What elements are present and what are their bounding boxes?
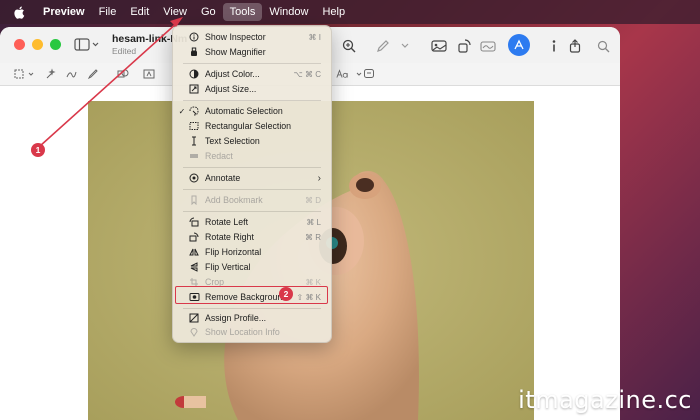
menu-tools[interactable]: Tools bbox=[222, 3, 263, 21]
flip-horizontal-icon bbox=[187, 246, 201, 258]
menu-item-flip-horizontal[interactable]: Flip Horizontal bbox=[177, 245, 327, 259]
font-style-icon[interactable] bbox=[336, 67, 350, 81]
note-icon[interactable] bbox=[362, 67, 376, 81]
color-icon bbox=[187, 68, 201, 80]
rotate-icon[interactable] bbox=[455, 37, 473, 55]
menu-item-rotate-left[interactable]: Rotate Left ⌘ L bbox=[177, 215, 327, 229]
menu-help[interactable]: Help bbox=[315, 3, 352, 21]
menu-separator bbox=[183, 167, 321, 168]
close-window-button[interactable] bbox=[14, 39, 25, 50]
menu-separator bbox=[183, 308, 321, 309]
document-status: Edited bbox=[112, 46, 137, 56]
menu-file[interactable]: File bbox=[92, 3, 124, 21]
text-select-icon bbox=[187, 135, 201, 147]
menu-item-rotate-right[interactable]: Rotate Right ⌘ R bbox=[177, 230, 327, 244]
menu-item-show-location-info: Show Location Info bbox=[177, 325, 327, 339]
markup-toolbar-button[interactable] bbox=[508, 34, 530, 56]
instant-alpha-icon[interactable] bbox=[44, 67, 58, 81]
resize-icon bbox=[187, 83, 201, 95]
apple-menu-icon[interactable] bbox=[12, 5, 26, 19]
auto-select-icon bbox=[187, 105, 201, 117]
menu-item-show-magnifier[interactable]: Show Magnifier bbox=[177, 45, 327, 59]
info-icon[interactable] bbox=[545, 37, 563, 55]
menu-item-adjust-color[interactable]: Adjust Color... ⌥ ⌘ C bbox=[177, 67, 327, 81]
menu-item-redact: Redact bbox=[177, 149, 327, 163]
rotate-left-icon bbox=[187, 216, 201, 228]
sign-icon[interactable] bbox=[479, 37, 497, 55]
markup-icon bbox=[514, 39, 524, 50]
text-box-icon[interactable] bbox=[142, 67, 156, 81]
menu-separator bbox=[183, 100, 321, 101]
draw-icon[interactable] bbox=[86, 67, 100, 81]
sidebar-toggle-button[interactable] bbox=[74, 37, 100, 53]
bookmark-icon bbox=[187, 194, 201, 206]
search-icon[interactable] bbox=[594, 37, 612, 55]
profile-icon bbox=[187, 312, 201, 324]
sidebar-icon bbox=[74, 38, 99, 51]
location-icon bbox=[187, 326, 201, 338]
flip-vertical-icon bbox=[187, 261, 201, 273]
menu-item-text-selection[interactable]: Text Selection bbox=[177, 134, 327, 148]
redact-icon bbox=[187, 150, 201, 162]
minimize-window-button[interactable] bbox=[32, 39, 43, 50]
menu-view[interactable]: View bbox=[156, 3, 194, 21]
chevron-right-icon: › bbox=[317, 172, 321, 184]
menu-separator bbox=[183, 63, 321, 64]
menu-separator bbox=[183, 211, 321, 212]
watermark-text: itmagazine.cc bbox=[518, 386, 692, 414]
step-badge-2: 2 bbox=[279, 287, 293, 301]
menu-item-rectangular-selection[interactable]: Rectangular Selection bbox=[177, 119, 327, 133]
window-controls bbox=[14, 39, 61, 50]
menu-window[interactable]: Window bbox=[262, 3, 315, 21]
remove-background-highlight bbox=[175, 286, 328, 304]
rect-select-icon bbox=[187, 120, 201, 132]
zoom-window-button[interactable] bbox=[50, 39, 61, 50]
menu-item-annotate[interactable]: Annotate › bbox=[177, 171, 327, 185]
menu-item-assign-profile[interactable]: Assign Profile... bbox=[177, 311, 327, 325]
zoom-in-icon[interactable] bbox=[340, 37, 358, 55]
menu-item-flip-vertical[interactable]: Flip Vertical bbox=[177, 260, 327, 274]
magnifier-icon bbox=[187, 46, 201, 58]
highlight-pen-icon[interactable] bbox=[374, 37, 392, 55]
menu-item-show-inspector[interactable]: Show Inspector ⌘ I bbox=[177, 30, 327, 44]
checkmark-icon: ✓ bbox=[178, 106, 186, 116]
menu-bar: Preview File Edit View Go Tools Window H… bbox=[0, 0, 700, 24]
menu-item-adjust-size[interactable]: Adjust Size... bbox=[177, 82, 327, 96]
chevron-down-icon[interactable] bbox=[396, 37, 414, 55]
image-icon[interactable] bbox=[430, 37, 448, 55]
shapes-icon[interactable] bbox=[116, 67, 130, 81]
chevron-down-icon[interactable] bbox=[24, 67, 38, 81]
menu-edit[interactable]: Edit bbox=[123, 3, 156, 21]
menu-item-add-bookmark: Add Bookmark ⌘ D bbox=[177, 193, 327, 207]
annotate-icon bbox=[187, 172, 201, 184]
menu-separator bbox=[183, 189, 321, 190]
menu-preview[interactable]: Preview bbox=[36, 3, 92, 21]
menu-item-automatic-selection[interactable]: ✓ Automatic Selection bbox=[177, 104, 327, 118]
share-icon[interactable] bbox=[566, 37, 584, 55]
step-badge-1: 1 bbox=[31, 143, 45, 157]
sketch-icon[interactable] bbox=[64, 67, 78, 81]
info-icon bbox=[187, 31, 201, 43]
menu-go[interactable]: Go bbox=[194, 3, 223, 21]
rotate-right-icon bbox=[187, 231, 201, 243]
